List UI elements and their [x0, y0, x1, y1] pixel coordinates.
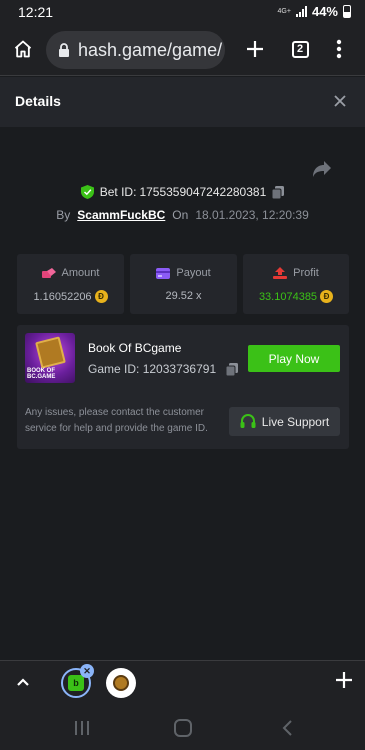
battery-icon [343, 5, 351, 18]
close-icon[interactable] [331, 92, 349, 110]
share-icon[interactable] [312, 160, 332, 180]
stat-value: 29.52 x [165, 290, 202, 302]
game-id-value: 12033736791 [142, 362, 217, 376]
amount-icon [41, 267, 56, 278]
by-label: By [56, 208, 71, 222]
lock-icon [59, 43, 69, 57]
home-icon[interactable] [10, 36, 36, 62]
game-thumb-title: BOOK OF BC.GAME [27, 368, 56, 380]
battery-percent: 44% [311, 4, 338, 19]
android-nav-bar [0, 706, 365, 750]
game-card: BOOK OF BC.GAME Book Of BCgame Game ID: … [17, 325, 349, 449]
tab-count: 2 [291, 40, 309, 58]
copy-icon[interactable] [272, 185, 285, 199]
live-support-button[interactable]: Live Support [229, 407, 340, 436]
stat-amount: Amount 1.16052206 Ð [17, 254, 124, 314]
stat-value: 1.16052206 [33, 290, 92, 303]
network-label: 4G+ [277, 8, 291, 15]
chevron-up-icon[interactable] [15, 674, 31, 690]
bet-date: 18.01.2023, 12:20:39 [195, 208, 309, 222]
signal-icon [295, 6, 307, 17]
stat-label: Profit [293, 267, 319, 279]
stat-value: 33.1074385 [258, 290, 318, 303]
game-id: Game ID: 12033736791 [88, 362, 216, 376]
payout-icon [156, 267, 171, 279]
more-menu-icon[interactable] [326, 36, 352, 62]
stat-label: Payout [176, 267, 211, 279]
game-favicon-icon [113, 675, 129, 691]
add-tab-icon[interactable] [335, 671, 353, 689]
copy-icon[interactable] [226, 363, 238, 376]
new-tab-icon[interactable] [242, 36, 268, 62]
tab-close-icon[interactable]: ✕ [80, 664, 94, 678]
page-title: Details [15, 93, 61, 109]
profit-icon [273, 267, 288, 279]
recent-apps-icon[interactable] [71, 718, 93, 738]
back-nav-icon[interactable] [276, 718, 298, 738]
browser-toolbar: hash.game/game/ 2 [0, 24, 365, 76]
status-time: 12:21 [18, 4, 54, 20]
bet-id-row: Bet ID: 1755359047242280381 [0, 185, 365, 199]
status-bar: 12:21 4G+ 44% [0, 0, 365, 24]
game-name: Book Of BCgame [88, 341, 182, 355]
support-info-text: Any issues, please contact the customer … [25, 407, 208, 434]
doge-coin-icon: Ð [320, 290, 334, 303]
username-link[interactable]: ScammFuckBC [77, 208, 165, 222]
stat-label: Amount [61, 267, 100, 279]
status-indicators: 4G+ 44% [278, 4, 351, 19]
tab-switcher-button[interactable]: 2 [287, 36, 313, 62]
game-thumbnail[interactable]: BOOK OF BC.GAME [25, 333, 75, 383]
tab-strip: b ✕ [0, 660, 365, 706]
bet-author-row: By ScammFuckBC On 18.01.2023, 12:20:39 [0, 208, 365, 222]
tab-thumb-other[interactable] [106, 668, 136, 698]
stat-profit: Profit 33.1074385 Ð [243, 254, 349, 314]
details-header: Details [0, 77, 365, 127]
bet-id-value: 1755359047242280381 [139, 185, 267, 199]
book-icon [35, 336, 66, 369]
play-now-button[interactable]: Play Now [248, 345, 340, 372]
home-nav-icon[interactable] [172, 718, 194, 738]
doge-coin-icon: Ð [94, 290, 108, 303]
game-id-label: Game ID: [88, 362, 140, 376]
headset-icon [240, 414, 256, 428]
verified-shield-icon [80, 185, 94, 199]
live-support-label: Live Support [261, 414, 330, 429]
address-bar[interactable]: hash.game/game/ [46, 31, 225, 69]
bet-id-label: Bet ID: [99, 185, 137, 199]
url-text: hash.game/game/ [78, 39, 223, 60]
bc-favicon-icon: b [68, 675, 84, 691]
on-label: On [172, 208, 189, 222]
stat-payout: Payout 29.52 x [130, 254, 237, 314]
